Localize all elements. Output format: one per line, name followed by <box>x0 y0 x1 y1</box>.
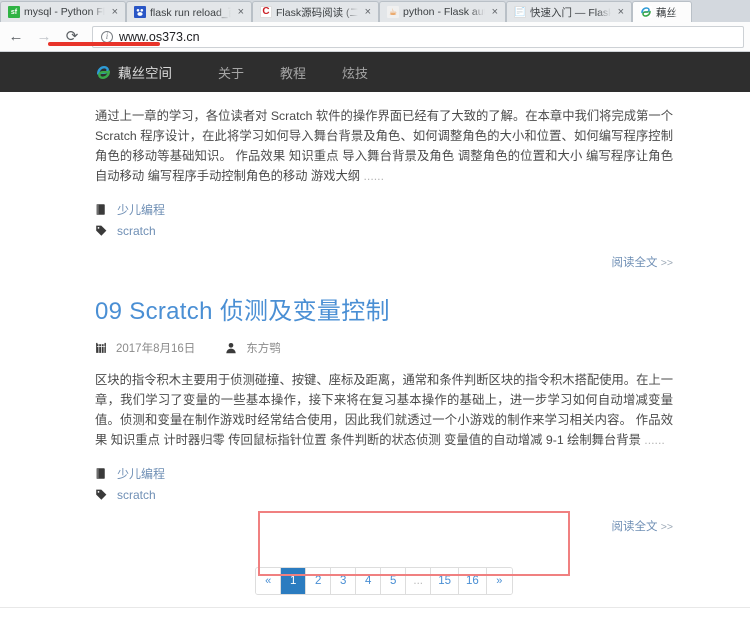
nav-link-tutorial[interactable]: 教程 <box>262 63 324 82</box>
tab-title: 快速入门 — Flask 0.10.1 <box>530 6 611 19</box>
pagination: « 1 2 3 4 5 ... 15 16 » <box>255 567 513 595</box>
tab-title: mysql - Python Flask S <box>24 6 105 18</box>
pagination-next[interactable]: » <box>486 568 512 594</box>
tag-icon <box>95 224 108 237</box>
tab-title: flask run reload_百度搜 <box>150 6 231 19</box>
pagination-page-2[interactable]: 2 <box>306 568 332 594</box>
post-tag-label: scratch <box>117 487 156 502</box>
web-page: 藕丝空间 关于 教程 炫技 通过上一章的学习，各位读者对 Scratch 软件的… <box>0 52 750 625</box>
pagination-page-1[interactable]: 1 <box>281 568 307 594</box>
csdn-favicon-icon: C <box>260 6 272 18</box>
close-icon[interactable]: × <box>615 6 627 18</box>
nav-link-about[interactable]: 关于 <box>200 63 262 82</box>
baidu-favicon-icon <box>134 6 146 18</box>
post-tag-row[interactable]: scratch <box>95 484 750 505</box>
stackoverflow-favicon-icon: sf <box>8 6 20 18</box>
read-more-wrap: 阅读全文 >> <box>95 241 673 271</box>
nav-link-showoff[interactable]: 炫技 <box>324 63 386 82</box>
post-author: 东方鹗 <box>246 343 281 355</box>
read-more-wrap: 阅读全文 >> <box>95 505 673 535</box>
browser-toolbar: ← → ⟳ i www.os373.cn <box>0 22 750 52</box>
browser-tab-2[interactable]: C Flask源码阅读 (二) — × <box>252 1 379 22</box>
document-favicon-icon: 📄 <box>514 6 526 18</box>
book-icon <box>95 203 108 216</box>
browser-tab-3[interactable]: ☕ python - Flask auto-re × <box>379 1 506 22</box>
browser-tab-0[interactable]: sf mysql - Python Flask S × <box>0 1 126 22</box>
site-footer: Powered by Pyblog 管理页面 豫ICP备14004317号-1 … <box>0 607 750 625</box>
post-meta-list: 少儿编程 scratch <box>95 450 750 505</box>
tab-title: python - Flask auto-re <box>403 6 485 18</box>
read-more-link-0[interactable]: 阅读全文 >> <box>612 257 673 269</box>
site-navbar: 藕丝空间 关于 教程 炫技 <box>0 52 750 92</box>
browser-tab-5[interactable]: 藕丝 <box>632 1 692 22</box>
post-meta-list: 少儿编程 scratch <box>95 186 750 241</box>
pagination-zone: « 1 2 3 4 5 ... 15 16 » <box>95 535 673 595</box>
book-icon <box>95 467 108 480</box>
calendar-icon <box>95 342 108 355</box>
pagination-page-16[interactable]: 16 <box>459 568 487 594</box>
post-date: 2017年8月16日 <box>116 343 196 355</box>
tag-icon <box>95 488 108 501</box>
pagination-prev[interactable]: « <box>256 568 282 594</box>
close-icon[interactable]: × <box>362 6 374 18</box>
tab-title: 藕丝 <box>656 6 677 19</box>
pagination-page-15[interactable]: 15 <box>431 568 459 594</box>
address-bar[interactable]: i www.os373.cn <box>92 25 744 48</box>
user-icon <box>225 342 238 355</box>
post-tag-row[interactable]: scratch <box>95 220 750 241</box>
browser-tab-1[interactable]: flask run reload_百度搜 × <box>126 1 252 22</box>
site-logo-icon <box>95 64 112 81</box>
post-category-label: 少儿编程 <box>117 467 166 481</box>
java-favicon-icon: ☕ <box>387 6 399 18</box>
post-tag-label: scratch <box>117 223 156 238</box>
site-favicon-icon <box>640 6 652 18</box>
post-item-0: 通过上一章的学习，各位读者对 Scratch 软件的操作界面已经有了大致的了解。… <box>95 92 750 271</box>
chevron-right-icon: >> <box>660 257 673 269</box>
post-category-row[interactable]: 少儿编程 <box>95 199 750 220</box>
site-brand-label: 藕丝空间 <box>118 66 172 81</box>
close-icon[interactable]: × <box>235 6 247 18</box>
pagination-page-4[interactable]: 4 <box>356 568 382 594</box>
close-icon[interactable]: × <box>109 6 121 18</box>
browser-tab-4[interactable]: 📄 快速入门 — Flask 0.10.1 × <box>506 1 632 22</box>
post-title-link-1[interactable]: 09 Scratch 侦测及变量控制 <box>95 271 750 326</box>
excerpt-ellipsis: ...... <box>644 433 665 447</box>
post-list: 通过上一章的学习，各位读者对 Scratch 软件的操作界面已经有了大致的了解。… <box>0 92 750 595</box>
browser-tab-strip: sf mysql - Python Flask S × flask run re… <box>0 0 750 22</box>
pagination-ellipsis: ... <box>406 568 432 594</box>
read-more-link-1[interactable]: 阅读全文 >> <box>612 521 673 533</box>
chevron-right-icon: >> <box>660 521 673 533</box>
post-excerpt: 通过上一章的学习，各位读者对 Scratch 软件的操作界面已经有了大致的了解。… <box>95 109 673 183</box>
back-icon[interactable]: ← <box>6 27 26 47</box>
browser-window: sf mysql - Python Flask S × flask run re… <box>0 0 750 625</box>
post-category-row[interactable]: 少儿编程 <box>95 463 750 484</box>
post-excerpt: 区块的指令积木主要用于侦测碰撞、按键、座标及距离，通常和条件判断区块的指令积木搭… <box>95 373 673 447</box>
url-red-underline-annotation <box>48 42 160 46</box>
excerpt-ellipsis: ...... <box>363 169 385 183</box>
pagination-page-3[interactable]: 3 <box>331 568 357 594</box>
post-byline: 2017年8月16日 东方鹗 <box>95 326 750 356</box>
pagination-page-5[interactable]: 5 <box>381 568 407 594</box>
post-category-label: 少儿编程 <box>117 203 166 217</box>
tab-title: Flask源码阅读 (二) — <box>276 6 358 19</box>
site-info-icon[interactable]: i <box>101 30 113 43</box>
site-brand[interactable]: 藕丝空间 <box>95 62 200 82</box>
post-item-1: 09 Scratch 侦测及变量控制 2017年8月16日 东方鹗 区块的指令积… <box>95 271 750 535</box>
close-icon[interactable]: × <box>489 6 501 18</box>
